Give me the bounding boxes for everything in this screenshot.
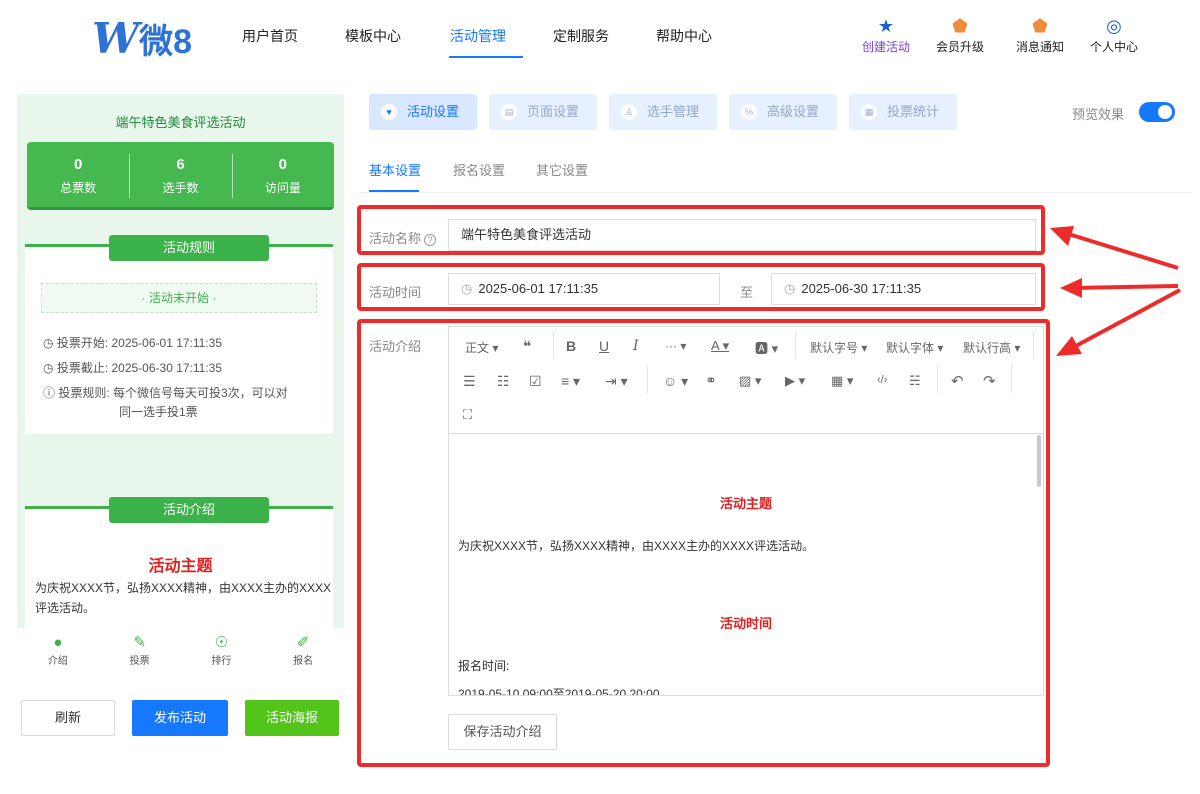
tab-label: 活动设置 [407, 104, 460, 119]
logo[interactable]: W 微8 [92, 14, 192, 63]
preview-title: 端午特色美食评选活动 [115, 115, 246, 130]
profile-label: 个人中心 [1089, 40, 1138, 54]
star-icon: ★ [877, 16, 895, 36]
badge-icon: ⬟ [952, 16, 968, 36]
top-navigation: W 微8 用户首页 模板中心 活动管理 定制服务 帮助中心 ★ 创建活动 ⬟ 会… [0, 0, 1200, 80]
arrow-line [1071, 288, 1181, 350]
tab-label: 高级设置 [767, 104, 820, 119]
tab-page-settings[interactable]: ▤ 页面设置 [489, 94, 597, 130]
tab-label: 选手管理 [647, 104, 700, 119]
user-icon: ◎ [1106, 16, 1122, 36]
rule-vote-end: ◷ 投票截止: 2025-06-30 17:11:35 [43, 358, 222, 378]
highlight-intro [357, 319, 1050, 767]
intro-text: 为庆祝XXXX节，弘扬XXXX精神，由XXXX主办的XXXX评选活动。 [35, 581, 332, 615]
nav-custom-service[interactable]: 定制服务 [553, 26, 609, 46]
rule-text: 投票开始: 2025-06-01 17:11:35 [56, 336, 223, 350]
tab-intro[interactable]: ● 介绍 [17, 628, 99, 674]
rules-card: 活动规则 · 活动未开始 · ◷ 投票开始: 2025-06-01 17:11:… [25, 235, 333, 434]
status-notice: · 活动未开始 · [41, 283, 317, 313]
info-icon: ⓘ [43, 386, 59, 400]
page-icon: ▤ [501, 104, 517, 120]
nav-active-indicator [449, 56, 523, 58]
rule-vote-start: ◷ 投票开始: 2025-06-01 17:11:35 [43, 333, 222, 353]
signup-icon: ✐ [296, 634, 310, 651]
medal-icon: ☉ [214, 634, 229, 651]
tab-label: 投票统计 [887, 104, 940, 119]
tab-label: 介绍 [47, 656, 68, 667]
tab-contestants[interactable]: ♙ 选手管理 [609, 94, 717, 130]
stat-contestants: 6 选手数 [129, 142, 231, 207]
stat-value: 0 [278, 156, 287, 173]
poster-button[interactable]: 活动海报 [245, 700, 339, 736]
profile-button[interactable]: ◎ 个人中心 [1079, 14, 1149, 55]
logo-mark: W [92, 14, 139, 63]
arrow-head [1060, 278, 1082, 298]
subtab-divider [360, 192, 1192, 193]
stat-visits: 0 访问量 [231, 142, 334, 207]
vote-icon: ✎ [133, 634, 146, 651]
stat-label: 总票数 [60, 181, 97, 195]
notifications-button[interactable]: ⬟ 消息通知 [1005, 14, 1075, 55]
arrow-head [1050, 226, 1074, 246]
tab-activity-settings[interactable]: ♥ 活动设置 [369, 94, 477, 130]
refresh-button[interactable]: 刷新 [21, 700, 115, 736]
tab-ranking[interactable]: ☉ 排行 [181, 628, 263, 674]
member-upgrade-button[interactable]: ⬟ 会员升级 [925, 14, 995, 55]
mobile-preview: 端午特色美食评选活动 0 总票数 6 选手数 0 访问量 活动规则 · 活动未开… [17, 94, 344, 628]
rules-ribbon: 活动规则 [109, 235, 269, 261]
preview-tabbar: ● 介绍 ✎ 投票 ☉ 排行 ✐ 报名 [17, 628, 344, 674]
highlight-time [357, 263, 1045, 311]
tab-vote[interactable]: ✎ 投票 [99, 628, 181, 674]
rule-text: 投票规则: 每个微信号每天可投3次，可以对 [58, 386, 288, 400]
bell-icon: ⬟ [1032, 16, 1048, 36]
intro-ribbon: 活动介绍 [109, 497, 269, 523]
subtab-signup[interactable]: 报名设置 [453, 160, 505, 179]
stat-label: 访问量 [264, 181, 301, 195]
rule-vote-policy-cont: 同一选手投1票 [119, 405, 198, 419]
tab-label: 排行 [211, 656, 232, 667]
nav-help[interactable]: 帮助中心 [656, 26, 712, 46]
intro-heading: 活动主题 [148, 558, 213, 575]
intro-icon: ● [53, 634, 63, 651]
create-activity-label: 创建活动 [861, 40, 910, 54]
tab-advanced[interactable]: % 高级设置 [729, 94, 837, 130]
create-activity-button[interactable]: ★ 创建活动 [851, 14, 921, 55]
rule-text: 投票截止: 2025-06-30 17:11:35 [56, 361, 223, 375]
publish-button[interactable]: 发布活动 [132, 700, 228, 736]
tab-label: 页面设置 [527, 104, 580, 119]
clock-icon: ◷ [43, 336, 57, 350]
person-icon: ♙ [621, 104, 637, 120]
stat-total-votes: 0 总票数 [27, 142, 129, 207]
tab-label: 报名 [293, 656, 314, 667]
highlight-name [357, 205, 1045, 255]
nav-templates[interactable]: 模板中心 [345, 26, 401, 46]
logo-text: 微8 [139, 23, 193, 61]
stat-value: 6 [176, 156, 185, 173]
arrow-line [1061, 230, 1179, 270]
stats-icon: ▦ [861, 104, 877, 120]
subtab-basic[interactable]: 基本设置 [369, 160, 421, 179]
preview-toggle-label: 预览效果 [1072, 107, 1125, 122]
member-upgrade-label: 会员升级 [935, 40, 984, 54]
tab-signup[interactable]: ✐ 报名 [262, 628, 344, 674]
notifications-label: 消息通知 [1015, 40, 1064, 54]
tab-label: 投票 [129, 656, 150, 667]
annotation-arrows [1050, 226, 1181, 356]
percent-icon: % [741, 104, 757, 120]
clock-icon: ◷ [43, 361, 57, 375]
stats-banner: 0 总票数 6 选手数 0 访问量 [27, 142, 334, 210]
heart-icon: ♥ [381, 104, 397, 120]
stat-value: 0 [73, 156, 83, 173]
tab-vote-stats[interactable]: ▦ 投票统计 [849, 94, 957, 130]
nav-home[interactable]: 用户首页 [242, 26, 298, 46]
nav-activity-management[interactable]: 活动管理 [450, 26, 506, 46]
stat-label: 选手数 [162, 181, 199, 195]
subtab-other[interactable]: 其它设置 [536, 160, 588, 179]
preview-toggle[interactable] [1139, 102, 1175, 122]
rule-vote-policy: ⓘ 投票规则: 每个微信号每天可投3次，可以对 [43, 383, 288, 403]
arrow-line [1071, 284, 1179, 290]
